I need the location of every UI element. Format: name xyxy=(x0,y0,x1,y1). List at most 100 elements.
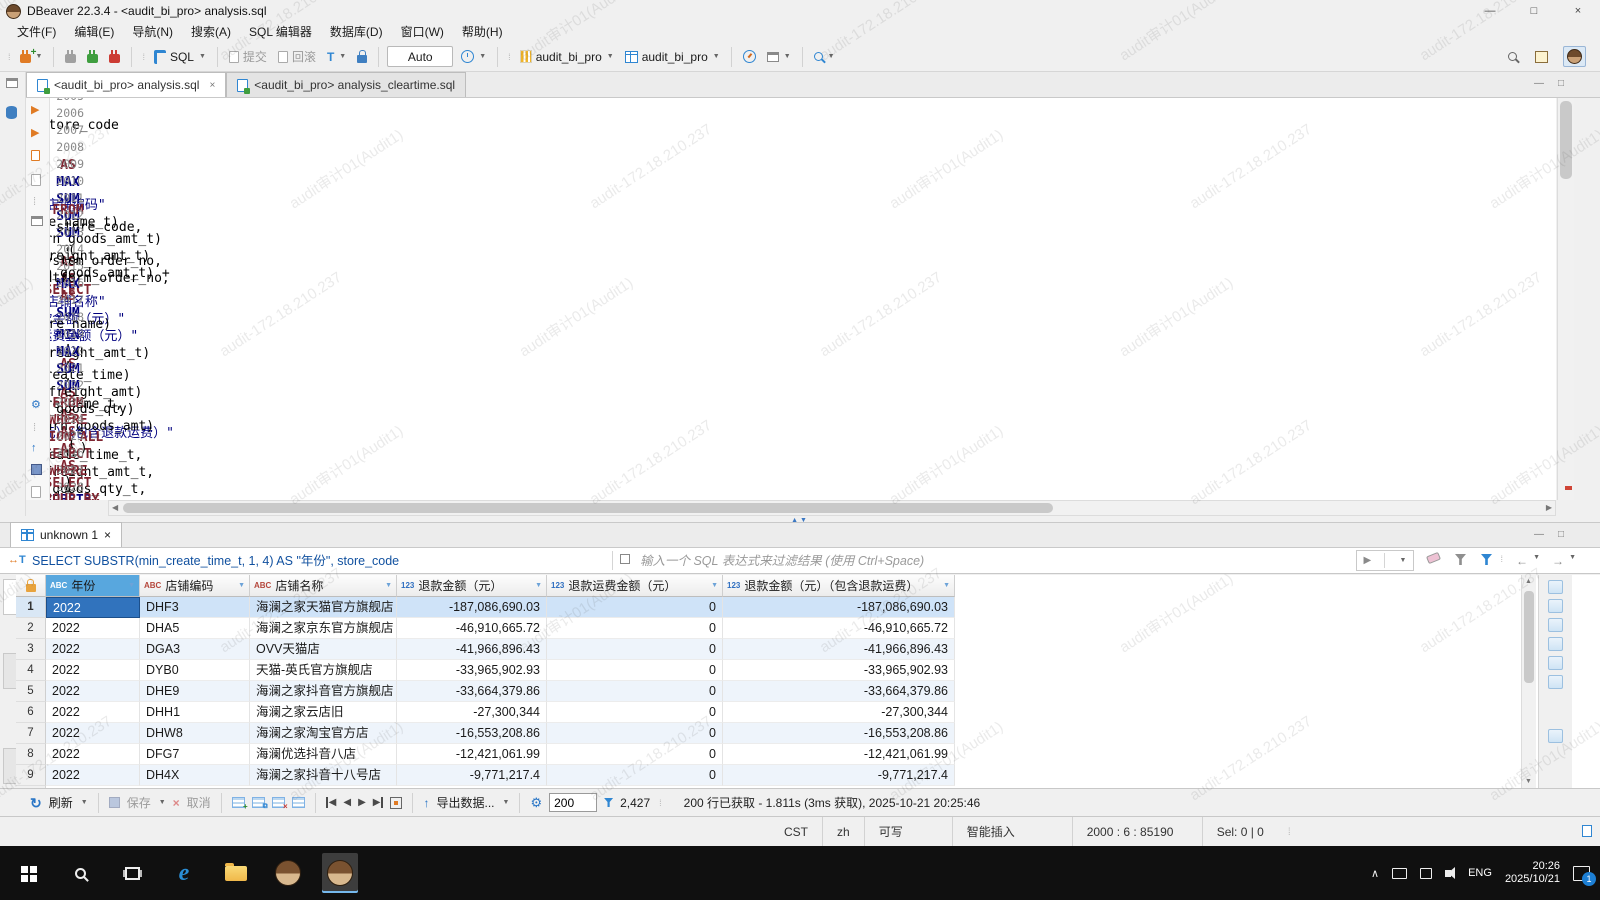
forward-icon[interactable]: → xyxy=(1552,554,1564,568)
schema-select[interactable]: audit_bi_pro▼ xyxy=(622,48,723,66)
network-icon[interactable] xyxy=(1420,868,1432,879)
column-header[interactable]: ABC店铺编码▼ xyxy=(140,575,250,597)
transaction-mode-button[interactable]: ▼ xyxy=(458,48,489,65)
grid-cell[interactable]: 0 xyxy=(547,639,723,660)
row-number[interactable]: 7 xyxy=(16,723,46,744)
volume-icon[interactable] xyxy=(1445,870,1451,877)
column-menu-icon[interactable]: ▼ xyxy=(128,582,135,589)
maximize-panel-icon[interactable]: □ xyxy=(1558,78,1564,89)
next-row-icon[interactable]: ▶ xyxy=(358,797,366,808)
reconnect-button[interactable] xyxy=(84,48,101,65)
scrollbar-thumb[interactable] xyxy=(1560,101,1572,179)
column-menu-icon[interactable]: ▼ xyxy=(711,582,718,589)
close-icon[interactable]: × xyxy=(1556,0,1600,22)
remove-filter-icon[interactable] xyxy=(1455,554,1466,565)
delete-row-icon[interactable] xyxy=(272,797,285,808)
grid-cell[interactable]: 0 xyxy=(547,723,723,744)
autocommit-select[interactable]: Auto xyxy=(387,46,453,67)
menu-item[interactable]: 导航(N) xyxy=(123,22,182,42)
save-button[interactable]: 保存 xyxy=(127,794,151,811)
new-file-icon[interactable] xyxy=(31,486,41,498)
insert-mode-indicator[interactable]: 智能插入 xyxy=(952,817,1072,847)
maximize-icon[interactable]: □ xyxy=(1512,0,1556,22)
menu-item[interactable]: 窗口(W) xyxy=(392,22,453,42)
task-view-icon[interactable] xyxy=(114,853,150,893)
filter-icon[interactable] xyxy=(1481,554,1492,565)
column-header[interactable]: 123退款金额（元）▼ xyxy=(397,575,547,597)
maximize-results-icon[interactable]: □ xyxy=(1558,529,1564,540)
connect-button[interactable] xyxy=(62,48,79,65)
edge-icon[interactable]: e xyxy=(166,853,202,893)
menu-item[interactable]: 文件(F) xyxy=(8,22,65,42)
refresh-button[interactable]: 刷新 xyxy=(49,794,73,811)
grid-cell[interactable]: DHH1 xyxy=(140,702,250,723)
grid-cell[interactable]: 海澜之家天猫官方旗舰店 xyxy=(250,597,397,618)
row-number[interactable]: 9 xyxy=(16,765,46,786)
settings-gear-icon[interactable]: ⚙ xyxy=(31,398,41,411)
grid-cell[interactable]: 天猫-英氏官方旗舰店 xyxy=(250,660,397,681)
grid-cell[interactable]: -9,771,217.4 xyxy=(723,765,955,786)
column-menu-icon[interactable]: ▼ xyxy=(943,582,950,589)
grid-cell[interactable]: DGA3 xyxy=(140,639,250,660)
new-connection-button[interactable]: ▼ xyxy=(17,48,46,65)
copy-icon[interactable] xyxy=(31,150,40,161)
grid-cell[interactable]: 海澜之家京东官方旗舰店 xyxy=(250,618,397,639)
clock[interactable]: 20:26 2025/10/21 xyxy=(1505,860,1560,886)
database-navigator-icon[interactable] xyxy=(6,106,17,119)
input-language[interactable]: ENG xyxy=(1468,867,1492,879)
grid-cell[interactable]: DH4X xyxy=(140,765,250,786)
first-row-icon[interactable]: ◀ xyxy=(326,797,337,808)
grid-cell[interactable]: -187,086,690.03 xyxy=(397,597,547,618)
grid-cell[interactable]: -33,965,902.93 xyxy=(397,660,547,681)
fetch-size-input[interactable] xyxy=(549,793,597,812)
expand-filter-icon[interactable] xyxy=(620,554,630,564)
grid-cell[interactable]: -12,421,061.99 xyxy=(723,744,955,765)
writable-indicator[interactable]: 可写 xyxy=(864,817,952,847)
grid-cell[interactable]: 2022 xyxy=(46,702,140,723)
menu-item[interactable]: 数据库(D) xyxy=(321,22,392,42)
execute-statement-icon[interactable]: ▶ xyxy=(31,103,39,116)
grid-cell[interactable]: 2022 xyxy=(46,660,140,681)
row-number[interactable]: 3 xyxy=(16,639,46,660)
go-to-row-icon[interactable] xyxy=(390,797,402,809)
transaction-log-button[interactable]: T▼ xyxy=(324,48,349,66)
minimize-results-icon[interactable]: — xyxy=(1534,529,1544,540)
minimize-icon[interactable]: — xyxy=(1468,0,1512,22)
grid-cell[interactable]: 海澜之家云店旧 xyxy=(250,702,397,723)
clear-filter-icon[interactable] xyxy=(1426,552,1441,564)
tray-expand-icon[interactable]: ∧ xyxy=(1371,867,1379,880)
dbeaver-taskbar-icon[interactable] xyxy=(270,853,306,893)
column-header[interactable]: 123退款金额（元）（包含退款运费）▼ xyxy=(723,575,955,597)
explain-plan-icon[interactable] xyxy=(31,174,41,186)
previous-row-icon[interactable]: ◀ xyxy=(343,797,351,808)
grid-cell[interactable]: 海澜之家抖音十八号店 xyxy=(250,765,397,786)
results-tab[interactable]: unknown 1 × xyxy=(10,522,122,547)
menu-item[interactable]: 编辑(E) xyxy=(65,22,123,42)
grid-cell[interactable]: 2022 xyxy=(46,597,140,618)
save-file-icon[interactable] xyxy=(31,464,42,475)
compare-button[interactable]: ▼ xyxy=(764,50,794,64)
panel-icon[interactable] xyxy=(1548,637,1563,651)
grid-cell[interactable]: 0 xyxy=(547,765,723,786)
export-data-button[interactable]: 导出数据... xyxy=(436,794,494,811)
quick-search-button[interactable] xyxy=(1505,50,1520,63)
editor-tab[interactable]: <audit_bi_pro> analysis.sql× xyxy=(26,72,226,97)
row-number[interactable]: 5 xyxy=(16,681,46,702)
grid-cell[interactable]: -33,664,379.86 xyxy=(397,681,547,702)
row-number[interactable]: 6 xyxy=(16,702,46,723)
grid-cell[interactable]: -9,771,217.4 xyxy=(397,765,547,786)
row-number[interactable]: 2 xyxy=(16,618,46,639)
panel-icon[interactable] xyxy=(1548,599,1563,613)
grid-cell[interactable]: -12,421,061.99 xyxy=(397,744,547,765)
grid-cell[interactable]: -41,966,896.43 xyxy=(397,639,547,660)
grid-cell[interactable]: 2022 xyxy=(46,681,140,702)
minimize-panel-icon[interactable]: — xyxy=(1534,78,1544,89)
grid-cell[interactable]: 2022 xyxy=(46,639,140,660)
result-settings-icon[interactable]: ⚙ xyxy=(530,795,542,811)
apply-filter-icon[interactable]: ▶ xyxy=(1364,555,1372,566)
menu-item[interactable]: 帮助(H) xyxy=(453,22,512,42)
column-header[interactable]: ABC年份▼ xyxy=(46,575,140,597)
grid-cell[interactable]: 0 xyxy=(547,618,723,639)
commit-button[interactable]: 提交 xyxy=(226,46,270,67)
panel-icon[interactable] xyxy=(1548,580,1563,594)
